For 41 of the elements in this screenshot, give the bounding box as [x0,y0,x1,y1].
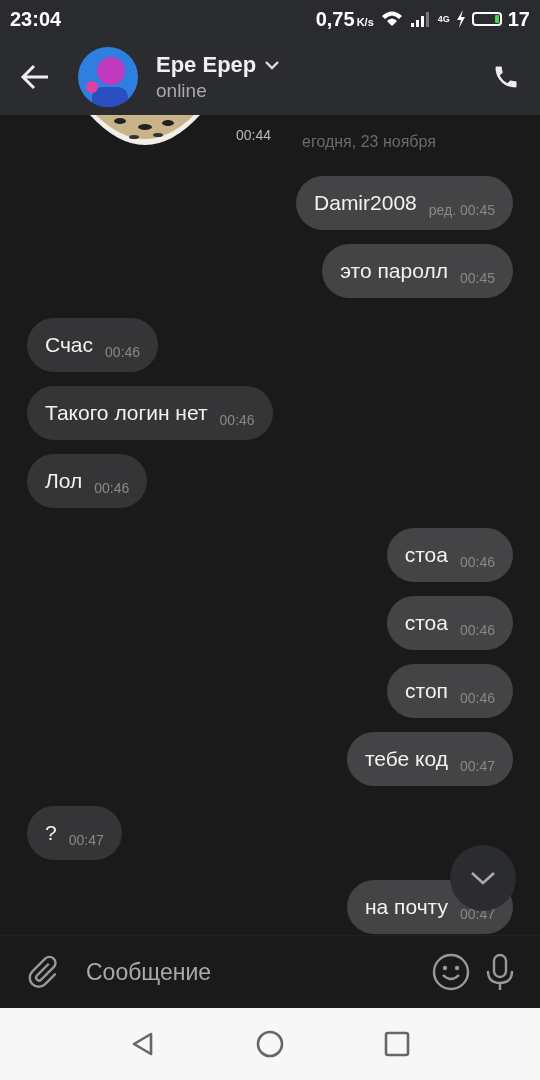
message-text: на почту [364,895,448,919]
network-type: 4G [437,14,450,24]
message-time: 00:46 [105,344,141,360]
chevron-down-icon [469,870,497,886]
microphone-icon[interactable] [484,953,516,991]
message-text: стоа [404,543,448,567]
message-time: 00:47 [459,758,495,774]
message-text: это паролл [340,259,448,283]
back-icon[interactable] [20,63,50,90]
message-time: 00:46 [459,554,495,570]
message-text: Damir2008 [314,191,417,215]
message-text: тебе код [364,747,448,771]
message-text: Такого логин нет [45,401,208,425]
clock: 23:04 [10,7,62,31]
emoji-icon[interactable] [432,953,470,991]
network-speed: 0,75 [315,7,355,31]
contact-name[interactable]: Epe Epep [156,51,257,78]
charging-icon [455,10,466,28]
message-time: 00:46 [219,412,255,428]
message-time: 00:46 [459,622,495,638]
message-text: стоа [404,611,448,635]
date-label: егодня, 23 ноября [302,133,436,151]
recents-nav-icon[interactable] [383,1030,411,1058]
home-nav-icon[interactable] [255,1029,285,1059]
contact-status: online [156,79,208,102]
signal-icon [409,10,432,28]
message-text: Лол [45,469,83,493]
message-time: 00:46 [459,690,495,706]
message-time: 00:47 [68,832,104,848]
message-time: 00:46 [94,480,130,496]
message-field[interactable]: Сообщение [84,957,418,987]
chevron-down-icon[interactable] [264,58,281,71]
message-text: стоп [405,679,448,703]
battery-percent: 17 [507,7,530,31]
message-time: 00:45 [459,270,495,286]
message-time: ред. 00:45 [428,202,495,218]
message-time: 00:44 [236,127,272,143]
message-text: ? [45,821,57,845]
battery-icon [471,12,502,26]
message-text: Счас [45,333,94,357]
speed-unit: K/s [356,15,374,28]
